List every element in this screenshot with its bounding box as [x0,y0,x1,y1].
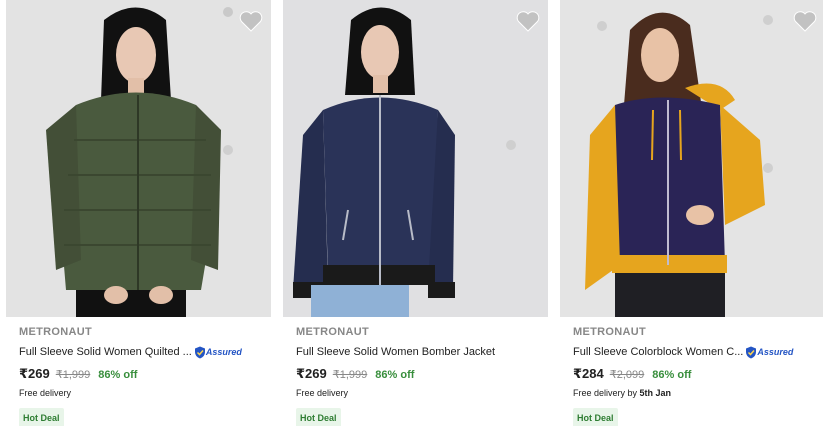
heart-icon[interactable] [793,10,817,32]
delivery-text: Free delivery [19,388,72,398]
price-row: ₹269 ₹1,999 86% off [19,366,271,382]
delivery-date: 5th Jan [639,388,672,398]
product-title-row[interactable]: Full Sleeve Solid Women Quilted ... Assu… [19,344,271,360]
delivery-info: Free delivery [19,386,271,400]
product-card[interactable]: METRONAUT Full Sleeve Solid Women Quilte… [6,0,271,426]
shield-icon [746,346,757,358]
selling-price: ₹269 [296,366,327,381]
shield-icon [194,346,205,358]
delivery-text: Free delivery by [573,388,640,398]
hot-deal-badge: Hot Deal [573,408,618,426]
selling-price: ₹269 [19,366,50,381]
brand-name: METRONAUT [573,326,646,338]
delivery-info: Free delivery [296,386,548,400]
original-price: ₹1,999 [332,369,368,381]
product-title-row[interactable]: Full Sleeve Solid Women Bomber Jacket [296,344,548,360]
assured-label: Assured [757,347,794,357]
product-title[interactable]: Full Sleeve Colorblock Women C... [573,346,743,358]
delivery-info: Free delivery by 5th Jan [573,386,823,400]
delivery-text: Free delivery [296,388,349,398]
product-image[interactable] [283,0,548,317]
original-price: ₹1,999 [55,369,91,381]
product-info: METRONAUT Full Sleeve Solid Women Bomber… [283,317,548,426]
product-card[interactable]: METRONAUT Full Sleeve Solid Women Bomber… [283,0,548,426]
brand-name: METRONAUT [19,326,92,338]
assured-badge: Assured [745,346,793,359]
price-row: ₹284 ₹2,099 86% off [573,366,823,382]
selling-price: ₹284 [573,366,604,381]
product-photo [560,0,823,317]
heart-icon[interactable] [516,10,540,32]
product-card[interactable]: METRONAUT Full Sleeve Colorblock Women C… [560,0,823,426]
hot-deal-badge: Hot Deal [296,408,341,426]
assured-badge: Assured [194,346,242,359]
discount-label: 86% off [652,369,692,381]
discount-label: 86% off [98,369,138,381]
assured-label: Assured [205,347,242,357]
product-photo [283,0,548,317]
product-image[interactable] [560,0,823,317]
brand-name: METRONAUT [296,326,369,338]
heart-icon[interactable] [239,10,263,32]
discount-label: 86% off [375,369,415,381]
product-info: METRONAUT Full Sleeve Solid Women Quilte… [6,317,271,426]
original-price: ₹2,099 [609,369,645,381]
product-title[interactable]: Full Sleeve Solid Women Bomber Jacket [296,346,495,358]
product-image[interactable] [6,0,271,317]
product-photo [6,0,271,317]
hot-deal-badge: Hot Deal [19,408,64,426]
product-title-row[interactable]: Full Sleeve Colorblock Women C... Assure… [573,344,823,360]
price-row: ₹269 ₹1,999 86% off [296,366,548,382]
product-info: METRONAUT Full Sleeve Colorblock Women C… [560,317,823,426]
product-grid: METRONAUT Full Sleeve Solid Women Quilte… [0,0,823,426]
product-title[interactable]: Full Sleeve Solid Women Quilted ... [19,346,192,358]
